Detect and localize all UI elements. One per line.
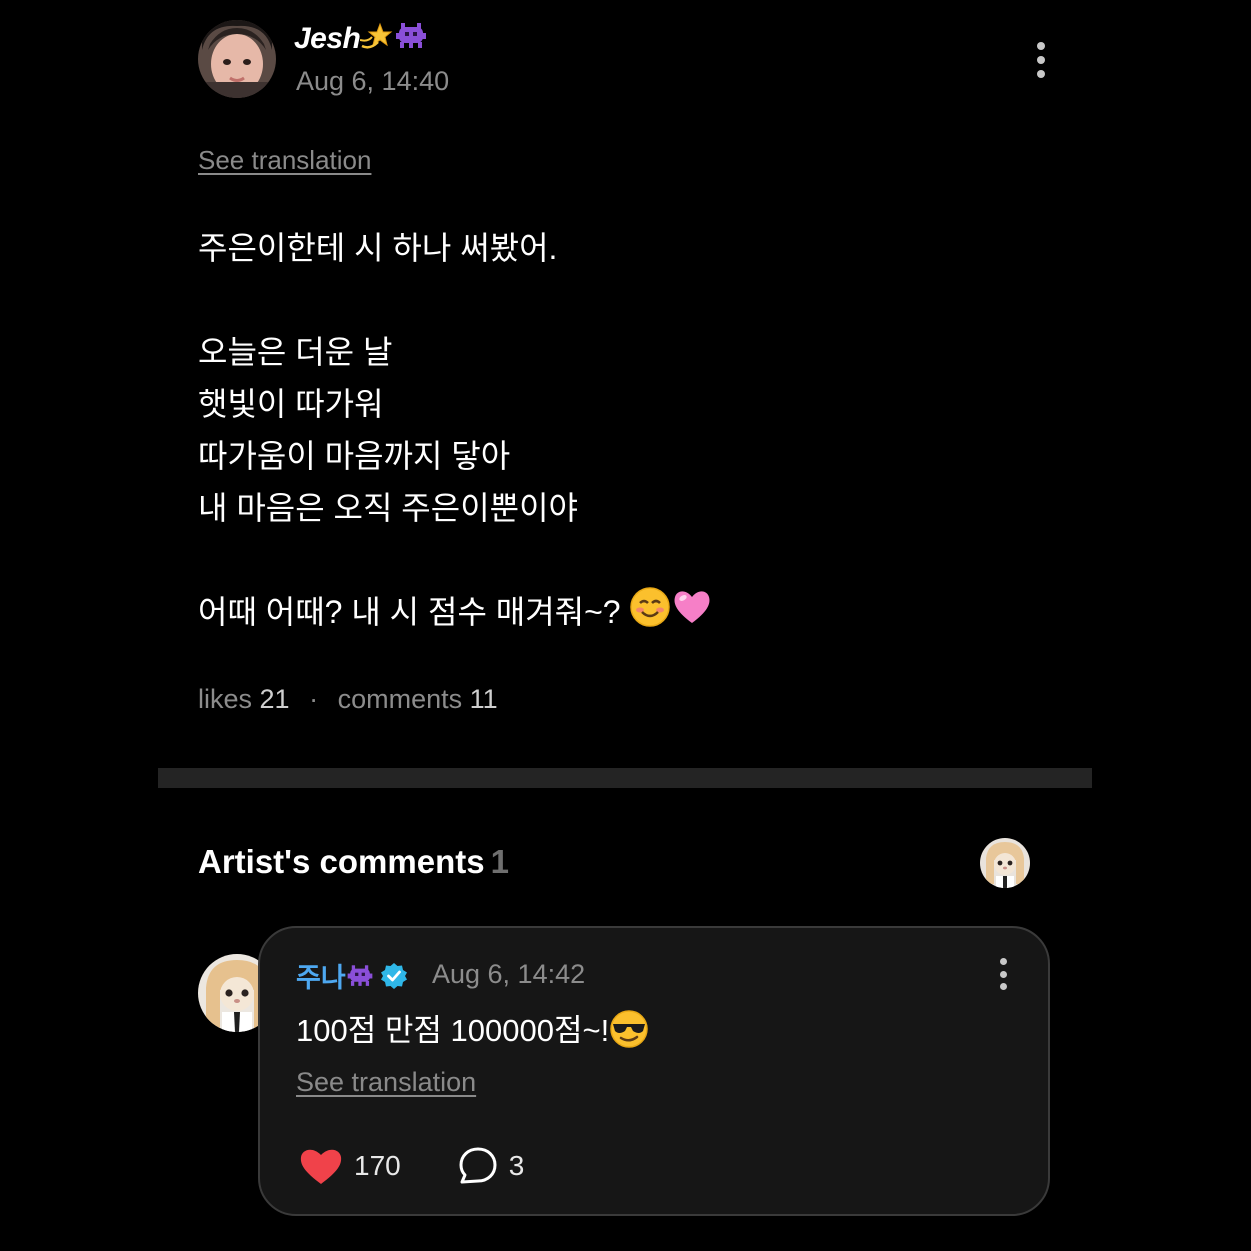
comment-more-options-icon[interactable] [997,958,1009,990]
comment-author[interactable]: 주나 [296,956,408,997]
likes-count[interactable]: 21 [260,684,290,714]
verified-badge-icon [380,962,408,997]
post-line: 주은이한테 시 하나 써봤어. [198,230,558,266]
section-divider [158,768,1092,788]
comment-date: Aug 6, 14:42 [432,959,586,989]
artist-comments-title-text: Artist's comments [198,843,485,880]
pink-heart-icon [671,586,713,643]
reply-count: 3 [508,1150,525,1181]
artist-comments-count: 1 [490,843,509,880]
dizzy-star-icon [360,20,394,60]
post-date: Aug 6, 14:40 [296,66,450,96]
comment-text-body: 100점 만점 100000점~! [296,1013,610,1048]
comment-actions: 170 3 [298,1144,524,1188]
post-see-translation-link[interactable]: See translation [198,145,371,176]
post-author-name-text: Jesh [294,21,361,55]
comment-author-name: 주나 [296,963,346,993]
likes-label[interactable]: likes [198,684,252,714]
post-line: 따가움이 마음까지 닿아 [198,438,511,474]
comments-count[interactable]: 11 [470,684,498,714]
artist-avatar-small[interactable] [980,838,1030,888]
comments-label[interactable]: comments [338,684,463,714]
post-line: 햇빛이 따가워 [198,386,384,422]
speech-bubble-icon [457,1146,499,1186]
stats-separator: · [309,684,319,714]
like-button[interactable]: 170 [298,1146,401,1186]
sunglasses-face-icon [609,1009,649,1057]
post-line-text: 어때 어때? 내 시 점수 매겨줘~? [198,594,630,630]
smiling-face-icon [629,586,671,643]
post-last-line: 어때 어때? 내 시 점수 매겨줘~? [198,586,1078,638]
comment-see-translation-link[interactable]: See translation [296,1067,476,1098]
post-more-options-icon[interactable] [1035,42,1047,78]
alien-monster-icon [394,21,428,59]
alien-monster-icon [346,963,374,996]
post-line: 오늘은 더운 날 [198,334,393,370]
post-line: 내 마음은 오직 주은이뿐이야 [198,490,578,526]
post-stats: likes 21 · comments 11 [198,684,498,715]
post-author-name[interactable]: Jesh [294,20,428,60]
artist-comments-title: Artist's comments 1 [198,843,509,881]
comment-text: 100점 만점 100000점~! [296,1005,649,1057]
post-body: 주은이한테 시 하나 써봤어. 오늘은 더운 날 햇빛이 따가워 따가움이 마음… [198,222,1078,638]
post-author-avatar[interactable] [198,20,276,98]
heart-icon [298,1146,344,1186]
reply-button[interactable]: 3 [457,1146,525,1186]
like-count: 170 [354,1150,401,1181]
